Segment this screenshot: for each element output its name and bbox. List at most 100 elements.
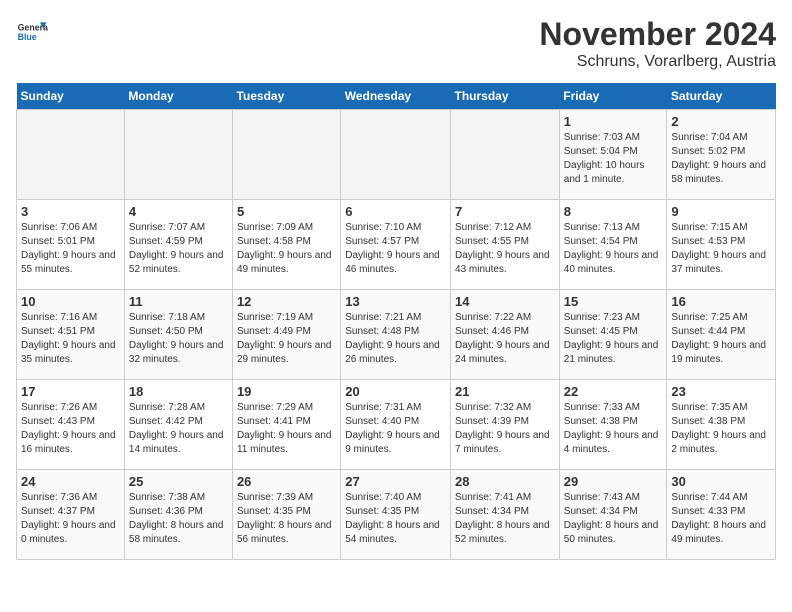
- day-number: 24: [21, 474, 120, 489]
- day-cell: 14 Sunrise: 7:22 AM Sunset: 4:46 PM Dayli…: [451, 290, 560, 380]
- day-info: Sunrise: 7:15 AM Sunset: 4:53 PM Dayligh…: [671, 221, 771, 277]
- day-number: 1: [564, 114, 663, 129]
- day-number: 5: [237, 204, 336, 219]
- day-cell: [17, 110, 125, 200]
- day-info: Sunrise: 7:33 AM Sunset: 4:38 PM Dayligh…: [564, 401, 663, 457]
- day-cell: 1 Sunrise: 7:03 AM Sunset: 5:04 PM Daylig…: [559, 110, 667, 200]
- day-info: Sunrise: 7:10 AM Sunset: 4:57 PM Dayligh…: [345, 221, 446, 277]
- day-cell: 30 Sunrise: 7:44 AM Sunset: 4:33 PM Dayli…: [667, 470, 776, 560]
- day-cell: 8 Sunrise: 7:13 AM Sunset: 4:54 PM Daylig…: [559, 200, 667, 290]
- day-number: 13: [345, 294, 446, 309]
- day-info: Sunrise: 7:26 AM Sunset: 4:43 PM Dayligh…: [21, 401, 120, 457]
- logo-icon: General Blue: [16, 16, 48, 48]
- day-info: Sunrise: 7:40 AM Sunset: 4:35 PM Dayligh…: [345, 491, 446, 547]
- day-cell: 9 Sunrise: 7:15 AM Sunset: 4:53 PM Daylig…: [667, 200, 776, 290]
- day-cell: 5 Sunrise: 7:09 AM Sunset: 4:58 PM Daylig…: [232, 200, 340, 290]
- day-number: 9: [671, 204, 771, 219]
- week-row-2: 10Sunrise: 7:16 AM Sunset: 4:51 PM Dayli…: [17, 290, 776, 380]
- day-number: 19: [237, 384, 336, 399]
- day-number: 18: [129, 384, 228, 399]
- day-info: Sunrise: 7:41 AM Sunset: 4:34 PM Dayligh…: [455, 491, 555, 547]
- week-row-0: 1 Sunrise: 7:03 AM Sunset: 5:04 PM Daylig…: [17, 110, 776, 200]
- day-cell: [124, 110, 232, 200]
- header-friday: Friday: [559, 83, 667, 110]
- day-number: 26: [237, 474, 336, 489]
- day-number: 4: [129, 204, 228, 219]
- day-cell: 18 Sunrise: 7:28 AM Sunset: 4:42 PM Dayli…: [124, 380, 232, 470]
- day-info: Sunrise: 7:38 AM Sunset: 4:36 PM Dayligh…: [129, 491, 228, 547]
- day-info: Sunrise: 7:23 AM Sunset: 4:45 PM Dayligh…: [564, 311, 663, 367]
- day-number: 22: [564, 384, 663, 399]
- day-number: 3: [21, 204, 120, 219]
- day-info: Sunrise: 7:44 AM Sunset: 4:33 PM Dayligh…: [671, 491, 771, 547]
- day-number: 30: [671, 474, 771, 489]
- week-row-1: 3Sunrise: 7:06 AM Sunset: 5:01 PM Daylig…: [17, 200, 776, 290]
- day-number: 6: [345, 204, 446, 219]
- day-cell: 27 Sunrise: 7:40 AM Sunset: 4:35 PM Dayli…: [341, 470, 451, 560]
- day-info: Sunrise: 7:18 AM Sunset: 4:50 PM Dayligh…: [129, 311, 228, 367]
- day-number: 17: [21, 384, 120, 399]
- day-info: Sunrise: 7:28 AM Sunset: 4:42 PM Dayligh…: [129, 401, 228, 457]
- day-number: 23: [671, 384, 771, 399]
- location-title: Schruns, Vorarlberg, Austria: [539, 53, 776, 71]
- day-info: Sunrise: 7:35 AM Sunset: 4:38 PM Dayligh…: [671, 401, 771, 457]
- day-info: Sunrise: 7:36 AM Sunset: 4:37 PM Dayligh…: [21, 491, 120, 547]
- day-cell: 15 Sunrise: 7:23 AM Sunset: 4:45 PM Dayli…: [559, 290, 667, 380]
- day-cell: 3Sunrise: 7:06 AM Sunset: 5:01 PM Daylig…: [17, 200, 125, 290]
- day-number: 25: [129, 474, 228, 489]
- calendar-table: SundayMondayTuesdayWednesdayThursdayFrid…: [16, 83, 776, 560]
- day-number: 8: [564, 204, 663, 219]
- day-info: Sunrise: 7:03 AM Sunset: 5:04 PM Dayligh…: [564, 131, 663, 187]
- day-info: Sunrise: 7:12 AM Sunset: 4:55 PM Dayligh…: [455, 221, 555, 277]
- day-cell: 4 Sunrise: 7:07 AM Sunset: 4:59 PM Daylig…: [124, 200, 232, 290]
- day-info: Sunrise: 7:29 AM Sunset: 4:41 PM Dayligh…: [237, 401, 336, 457]
- day-cell: 20 Sunrise: 7:31 AM Sunset: 4:40 PM Dayli…: [341, 380, 451, 470]
- header-wednesday: Wednesday: [341, 83, 451, 110]
- day-cell: 10Sunrise: 7:16 AM Sunset: 4:51 PM Dayli…: [17, 290, 125, 380]
- day-number: 27: [345, 474, 446, 489]
- day-cell: [341, 110, 451, 200]
- day-info: Sunrise: 7:32 AM Sunset: 4:39 PM Dayligh…: [455, 401, 555, 457]
- day-number: 14: [455, 294, 555, 309]
- day-number: 20: [345, 384, 446, 399]
- day-info: Sunrise: 7:39 AM Sunset: 4:35 PM Dayligh…: [237, 491, 336, 547]
- week-row-3: 17 Sunrise: 7:26 AM Sunset: 4:43 PM Dayli…: [17, 380, 776, 470]
- day-cell: 24 Sunrise: 7:36 AM Sunset: 4:37 PM Dayli…: [17, 470, 125, 560]
- title-area: November 2024 Schruns, Vorarlberg, Austr…: [539, 16, 776, 71]
- day-info: Sunrise: 7:04 AM Sunset: 5:02 PM Dayligh…: [671, 131, 771, 187]
- day-info: Sunrise: 7:31 AM Sunset: 4:40 PM Dayligh…: [345, 401, 446, 457]
- day-cell: 13 Sunrise: 7:21 AM Sunset: 4:48 PM Dayli…: [341, 290, 451, 380]
- day-info: Sunrise: 7:25 AM Sunset: 4:44 PM Dayligh…: [671, 311, 771, 367]
- day-number: 16: [671, 294, 771, 309]
- week-row-4: 24 Sunrise: 7:36 AM Sunset: 4:37 PM Dayli…: [17, 470, 776, 560]
- day-info: Sunrise: 7:19 AM Sunset: 4:49 PM Dayligh…: [237, 311, 336, 367]
- day-info: Sunrise: 7:07 AM Sunset: 4:59 PM Dayligh…: [129, 221, 228, 277]
- day-cell: 22 Sunrise: 7:33 AM Sunset: 4:38 PM Dayli…: [559, 380, 667, 470]
- month-title: November 2024: [539, 16, 776, 53]
- day-info: Sunrise: 7:43 AM Sunset: 4:34 PM Dayligh…: [564, 491, 663, 547]
- day-number: 12: [237, 294, 336, 309]
- header-thursday: Thursday: [451, 83, 560, 110]
- header-monday: Monday: [124, 83, 232, 110]
- day-info: Sunrise: 7:13 AM Sunset: 4:54 PM Dayligh…: [564, 221, 663, 277]
- day-number: 29: [564, 474, 663, 489]
- day-info: Sunrise: 7:21 AM Sunset: 4:48 PM Dayligh…: [345, 311, 446, 367]
- day-number: 28: [455, 474, 555, 489]
- day-cell: 7 Sunrise: 7:12 AM Sunset: 4:55 PM Daylig…: [451, 200, 560, 290]
- day-number: 15: [564, 294, 663, 309]
- day-cell: 19 Sunrise: 7:29 AM Sunset: 4:41 PM Dayli…: [232, 380, 340, 470]
- logo: General Blue: [16, 16, 48, 48]
- header-tuesday: Tuesday: [232, 83, 340, 110]
- day-info: Sunrise: 7:09 AM Sunset: 4:58 PM Dayligh…: [237, 221, 336, 277]
- day-cell: 25 Sunrise: 7:38 AM Sunset: 4:36 PM Dayli…: [124, 470, 232, 560]
- day-cell: [451, 110, 560, 200]
- day-number: 7: [455, 204, 555, 219]
- header: General Blue November 2024 Schruns, Vora…: [16, 16, 776, 71]
- day-number: 10: [21, 294, 120, 309]
- day-cell: 28 Sunrise: 7:41 AM Sunset: 4:34 PM Dayli…: [451, 470, 560, 560]
- day-number: 21: [455, 384, 555, 399]
- day-cell: 17 Sunrise: 7:26 AM Sunset: 4:43 PM Dayli…: [17, 380, 125, 470]
- day-info: Sunrise: 7:22 AM Sunset: 4:46 PM Dayligh…: [455, 311, 555, 367]
- day-number: 11: [129, 294, 228, 309]
- day-cell: 29 Sunrise: 7:43 AM Sunset: 4:34 PM Dayli…: [559, 470, 667, 560]
